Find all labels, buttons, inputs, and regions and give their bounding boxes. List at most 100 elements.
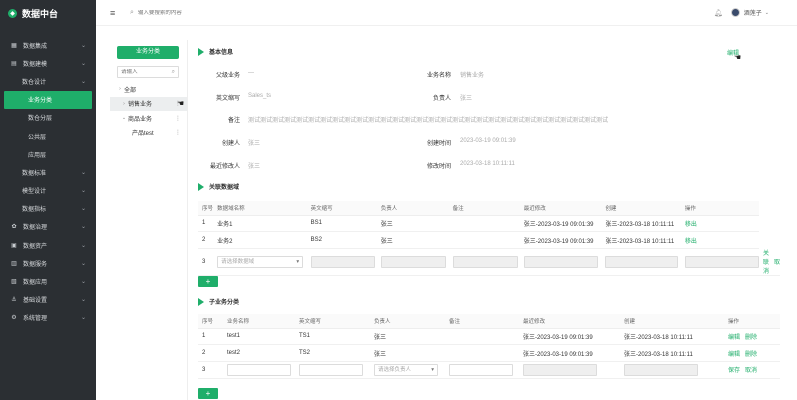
menu-icon: ✿ bbox=[11, 224, 17, 231]
tree-search-input[interactable] bbox=[121, 69, 172, 75]
sidebar-item-label: 数据集成 bbox=[23, 43, 48, 50]
cell-input bbox=[445, 361, 519, 379]
sidebar-item[interactable]: ▥ 数据服务 ⌄ bbox=[0, 254, 96, 272]
tree-node-label: 销售业务 bbox=[128, 102, 153, 109]
cell-modified: 张三-2023-03-19 09:01:39 bbox=[519, 328, 620, 346]
cell-name: test2 bbox=[223, 344, 295, 362]
cell-name: test1 bbox=[223, 328, 295, 346]
cell-idx: 1 bbox=[198, 328, 223, 346]
remove-link[interactable]: 移出 bbox=[685, 239, 697, 245]
tree-node[interactable]: › 销售业务 ⋮ bbox=[110, 96, 187, 111]
sidebar-item[interactable]: 模型设计 ⌄ bbox=[0, 182, 96, 200]
cell-empty bbox=[620, 361, 724, 379]
edit-link[interactable]: 编辑 bbox=[728, 335, 740, 341]
name-input[interactable] bbox=[227, 363, 291, 376]
chevron-down-icon: ⌄ bbox=[80, 279, 86, 286]
tree-toggle-icon[interactable]: › bbox=[116, 86, 124, 92]
remark-input[interactable] bbox=[449, 363, 513, 376]
more-icon[interactable]: ⋮ bbox=[175, 129, 181, 136]
main-content: 基本信息 编辑 ☚ 父级业务 — 业务名称 销售业务 英文缩写 Sales_ts… bbox=[190, 26, 797, 400]
sidebar-item[interactable]: 数仓分层 bbox=[0, 109, 96, 127]
parent-value: — bbox=[248, 70, 254, 76]
remark-value: 测试测试测试测试测试测试测试测试测试测试测试测试测试测试测试测试测试测试测试测试… bbox=[248, 118, 609, 124]
cell-remark bbox=[445, 328, 519, 346]
sidebar-item-label: 公共层 bbox=[28, 134, 47, 141]
sidebar-item-label: 数据应用 bbox=[23, 280, 48, 287]
bell-icon[interactable]: 🔔︎ bbox=[714, 9, 723, 17]
add-domain-button[interactable]: + bbox=[198, 276, 218, 287]
cell-modified: 张三-2023-03-19 09:01:39 bbox=[519, 344, 620, 362]
sidebar-item-label: 数据指标 bbox=[22, 207, 47, 214]
remove-link[interactable]: 移出 bbox=[685, 222, 697, 228]
cell-modified: 张三-2023-03-19 09:01:39 bbox=[519, 215, 602, 233]
search-icon[interactable]: ⌕ bbox=[172, 69, 175, 76]
sidebar-item[interactable]: ▦ 数据集成 ⌄ bbox=[0, 36, 96, 54]
domain-select[interactable]: 请选择数据域 ▾ bbox=[217, 256, 304, 269]
sidebar-item[interactable]: ▧ 数据应用 ⌄ bbox=[0, 272, 96, 290]
delete-link[interactable]: 删除 bbox=[745, 352, 757, 358]
cell-en: TS2 bbox=[295, 344, 370, 362]
sidebar-item[interactable]: 公共层 bbox=[0, 127, 96, 145]
sidebar-item-label: 数仓设计 bbox=[22, 79, 47, 86]
cell-name: 业务2 bbox=[213, 231, 307, 249]
cell-name: 请选择数据域 ▾ bbox=[213, 248, 307, 277]
chevron-down-icon: ⌄ bbox=[80, 297, 86, 304]
sidebar-item[interactable]: ⚓ 基础设置 ⌄ bbox=[0, 291, 96, 309]
category-button[interactable]: 业务分类 bbox=[117, 46, 179, 59]
user-area: 🔔︎ 酒莲子 ⌄ bbox=[714, 8, 769, 17]
cell-action: 关联 取消 bbox=[758, 248, 780, 277]
save-link[interactable]: 保存 bbox=[728, 368, 740, 374]
app-logo[interactable]: ◆ 数据中台 bbox=[0, 0, 96, 26]
link-button[interactable]: 关联 bbox=[763, 251, 769, 266]
tree-node[interactable]: › 全部 bbox=[110, 82, 187, 97]
user-name[interactable]: 酒莲子 bbox=[744, 8, 762, 17]
owner-select[interactable]: 请选择负责人 ▾ bbox=[374, 363, 438, 376]
en-input[interactable] bbox=[299, 363, 363, 376]
section-sub-category: 子业务分类 bbox=[198, 297, 239, 306]
tree-node[interactable]: ⌄ 商品业务 ⋮ bbox=[110, 111, 187, 126]
cancel-link[interactable]: 取消 bbox=[745, 368, 757, 374]
column-header: 序号 bbox=[198, 201, 214, 216]
section-basic-info: 基本信息 bbox=[198, 47, 233, 56]
cell-empty bbox=[448, 248, 520, 277]
chevron-down-icon[interactable]: ⌄ bbox=[765, 10, 769, 16]
tree-toggle-icon[interactable]: ⌄ bbox=[120, 115, 128, 121]
tree-node[interactable]: 产品test ⋮ bbox=[110, 126, 187, 141]
sidebar-item[interactable]: ▤ 数据建模 ⌄ bbox=[0, 54, 96, 72]
menu-toggle-icon[interactable]: ≡ bbox=[110, 8, 120, 18]
owner-value: 张三 bbox=[460, 96, 473, 102]
sidebar-item[interactable]: 数仓设计 ⌄ bbox=[0, 72, 96, 90]
cell-remark bbox=[448, 215, 520, 233]
name-label: 业务名称 bbox=[426, 73, 451, 79]
sidebar-item-label: 数据服务 bbox=[23, 261, 48, 268]
readonly-field bbox=[605, 256, 679, 269]
modifier-value: 张三 bbox=[248, 164, 261, 170]
table-row: 2 test2 TS2 张三 张三-2023-03-19 09:01:39 张三-2023… bbox=[198, 344, 780, 362]
select-placeholder: 请选择数据域 bbox=[221, 259, 255, 266]
global-search-input[interactable] bbox=[137, 9, 258, 16]
sidebar-item[interactable]: ▣ 数据资产 ⌄ bbox=[0, 236, 96, 254]
column-header: 最近修改 bbox=[519, 314, 620, 329]
sidebar-item-label: 业务分类 bbox=[28, 98, 53, 105]
edit-link[interactable]: 编辑 bbox=[728, 352, 740, 358]
sidebar-item-label: 基础设置 bbox=[23, 298, 48, 305]
chevron-down-icon: ⌄ bbox=[80, 60, 86, 67]
sidebar-item[interactable]: 应用层 bbox=[0, 145, 96, 163]
sidebar-item[interactable]: 数据指标 ⌄ bbox=[0, 200, 96, 218]
remark-label: 备注 bbox=[227, 118, 240, 124]
parent-label: 父级业务 bbox=[215, 73, 240, 79]
section-related-domain: 关联数据域 bbox=[198, 182, 239, 191]
delete-link[interactable]: 删除 bbox=[745, 335, 757, 341]
sidebar-item[interactable]: ⚙ 系统管理 ⌄ bbox=[0, 309, 96, 327]
add-sub-category-button[interactable]: + bbox=[198, 388, 218, 399]
search-icon[interactable]: ⌕ bbox=[130, 9, 134, 17]
sidebar-item[interactable]: ✿ 数据治理 ⌄ bbox=[0, 218, 96, 236]
readonly-field bbox=[684, 256, 759, 269]
chevron-down-icon: ⌄ bbox=[80, 188, 86, 195]
sidebar-item[interactable]: 数据标准 ⌄ bbox=[0, 163, 96, 181]
tree-toggle-icon[interactable]: › bbox=[120, 101, 128, 107]
sidebar-item[interactable]: 业务分类 bbox=[4, 90, 92, 109]
column-header: 最近修改 bbox=[519, 201, 602, 216]
avatar[interactable] bbox=[730, 8, 740, 17]
cell-action: 移出 bbox=[680, 215, 759, 233]
